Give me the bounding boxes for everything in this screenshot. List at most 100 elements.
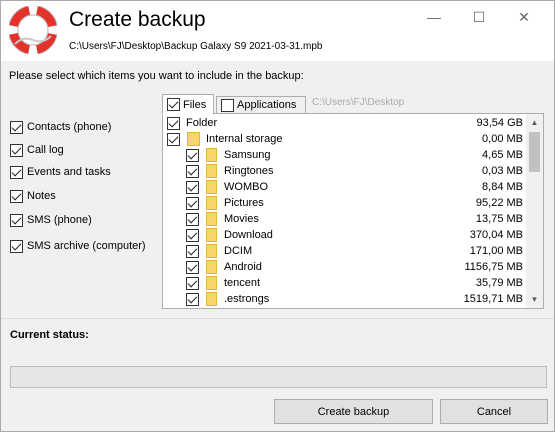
tab-applications[interactable]: Applications (216, 96, 306, 114)
tab-label: Files (183, 98, 207, 111)
tree-row[interactable]: Samsung 4,65 MB (163, 147, 527, 163)
tree-row-size: 35,79 MB (475, 277, 523, 289)
tree-row-name: Android (224, 261, 262, 273)
folder-icon (206, 164, 217, 178)
folder-icon (206, 244, 217, 258)
tree-row-size: 1156,75 MB (464, 261, 523, 273)
tree-row-name: WOMBO (224, 181, 268, 193)
checkbox-box[interactable] (10, 213, 23, 227)
checkbox-box[interactable] (10, 189, 23, 203)
tree-row-checkbox[interactable] (186, 148, 199, 162)
tree-row[interactable]: .estrongs 1519,71 MB (163, 291, 527, 307)
folder-icon (206, 148, 217, 162)
tree-row-checkbox[interactable] (186, 228, 199, 242)
checkbox-notes[interactable]: Notes (10, 188, 56, 204)
checkbox-label: SMS (phone) (27, 214, 92, 226)
tab-files-checkbox[interactable] (167, 98, 180, 111)
tree-row-checkbox[interactable] (186, 292, 199, 306)
folder-icon (187, 132, 200, 146)
create-backup-window: Create backup C:\Users\FJ\Desktop\Backup… (0, 0, 555, 432)
tree-row-size: 93,54 GB (476, 117, 523, 129)
tree-row-name: tencent (224, 277, 261, 289)
checkbox-label: Call log (27, 144, 64, 156)
tree-row-checkbox[interactable] (186, 196, 199, 210)
tree-row-name: DCIM (224, 245, 253, 257)
checkbox-sms-archive[interactable]: SMS archive (computer) (10, 238, 146, 254)
folder-icon (206, 292, 217, 306)
tree-root-checkbox[interactable] (167, 116, 180, 130)
instructions-text: Please select which items you want to in… (9, 70, 304, 82)
tab-files[interactable]: Files (162, 94, 214, 115)
tree-row-size: 13,75 MB (475, 213, 523, 225)
tree-row-size: 370,04 MB (469, 229, 523, 241)
tree-storage-checkbox[interactable] (167, 132, 180, 146)
create-backup-button[interactable]: Create backup (274, 399, 433, 424)
tree-row-size: 4,65 MB (482, 149, 523, 161)
folder-icon (206, 228, 217, 242)
tree-row-name: Folder (186, 117, 218, 129)
tree-row-name: Movies (224, 213, 259, 225)
folder-icon (206, 196, 217, 210)
status-label: Current status: (10, 329, 89, 341)
tree-row[interactable]: tencent 35,79 MB (163, 275, 527, 291)
tree-row-storage[interactable]: Internal storage 0,00 MB (163, 131, 527, 147)
header: Create backup C:\Users\FJ\Desktop\Backup… (1, 1, 554, 61)
folder-icon (206, 276, 217, 290)
tree-row-name: Ringtones (224, 165, 274, 177)
checkbox-events-tasks[interactable]: Events and tasks (10, 164, 111, 180)
tree-row-root[interactable]: Folder 93,54 GB (163, 115, 527, 131)
tree-row-checkbox[interactable] (186, 180, 199, 194)
checkbox-box[interactable] (10, 165, 23, 179)
backup-file-path: C:\Users\FJ\Desktop\Backup Galaxy S9 202… (69, 41, 323, 52)
close-button[interactable]: ✕ (514, 7, 534, 27)
tree-row-size: 0,00 MB (482, 133, 523, 145)
tree-row-size: 8,84 MB (482, 181, 523, 193)
tab-label: Applications (237, 99, 297, 111)
checkbox-box[interactable] (10, 143, 23, 157)
checkbox-call-log[interactable]: Call log (10, 142, 64, 158)
checkbox-box[interactable] (10, 120, 23, 134)
checkbox-box[interactable] (10, 239, 23, 253)
lifebuoy-icon (9, 6, 57, 54)
tree-row[interactable]: DCIM 171,00 MB (163, 243, 527, 259)
maximize-button[interactable]: ☐ (469, 7, 489, 27)
dialog-title: Create backup (69, 8, 206, 31)
file-tree: Folder 93,54 GB Internal storage 0,00 MB… (162, 113, 544, 309)
tree-row-size: 171,00 MB (469, 245, 523, 257)
checkbox-label: Events and tasks (27, 166, 111, 178)
tree-row-checkbox[interactable] (186, 260, 199, 274)
tree-row[interactable]: WOMBO 8,84 MB (163, 179, 527, 195)
tree-row[interactable]: Pictures 95,22 MB (163, 195, 527, 211)
checkbox-label: Notes (27, 190, 56, 202)
tree-row-name: .estrongs (224, 293, 270, 305)
folder-icon (206, 180, 217, 194)
tree-row-name: Download (224, 229, 273, 241)
chevron-down-icon[interactable]: ▼ (526, 291, 543, 308)
tree-row-size: 0,03 MB (482, 165, 523, 177)
vertical-scrollbar[interactable]: ▲ ▼ (526, 114, 543, 308)
folder-icon (206, 260, 217, 274)
checkbox-contacts[interactable]: Contacts (phone) (10, 119, 111, 135)
tree-row-name: Pictures (224, 197, 264, 209)
tab-applications-checkbox[interactable] (221, 98, 234, 112)
chevron-up-icon[interactable]: ▲ (526, 114, 543, 131)
minimize-button[interactable]: — (424, 7, 444, 27)
source-folder-path: C:\Users\FJ\Desktop (312, 97, 405, 108)
tree-row-checkbox[interactable] (186, 244, 199, 258)
tree-row[interactable]: Download 370,04 MB (163, 227, 527, 243)
cancel-button[interactable]: Cancel (440, 399, 548, 424)
status-area: Current status: (1, 318, 554, 388)
tree-row-checkbox[interactable] (186, 164, 199, 178)
tree-row-name: Samsung (224, 149, 271, 161)
tree-row-name: Internal storage (206, 133, 283, 145)
tree-row-checkbox[interactable] (186, 276, 199, 290)
tree-row-size: 1519,71 MB (463, 293, 523, 305)
tree-row-checkbox[interactable] (186, 212, 199, 226)
checkbox-label: Contacts (phone) (27, 121, 112, 133)
tree-row[interactable]: Ringtones 0,03 MB (163, 163, 527, 179)
tree-row[interactable]: Android 1156,75 MB (163, 259, 527, 275)
checkbox-sms-phone[interactable]: SMS (phone) (10, 212, 92, 228)
tree-row[interactable]: Movies 13,75 MB (163, 211, 527, 227)
folder-icon (206, 212, 217, 226)
scrollbar-thumb[interactable] (529, 132, 540, 172)
